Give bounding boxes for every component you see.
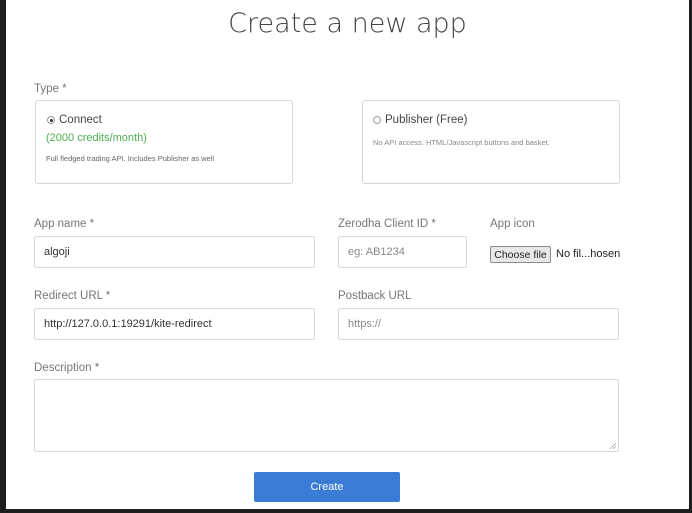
connect-radio[interactable] (47, 116, 55, 124)
app-icon-label: App icon (490, 218, 535, 230)
app-name-label: App name * (34, 218, 95, 230)
client-id-label: Zerodha Client ID * (338, 218, 436, 230)
postback-url-input[interactable]: https:// (338, 308, 619, 340)
type-option-connect[interactable]: Connect (2000 credits/month) Full fledge… (35, 100, 293, 184)
type-label: Type * (34, 83, 67, 95)
resize-grip-icon[interactable] (610, 443, 616, 449)
choose-file-button[interactable]: Choose file (490, 246, 551, 263)
client-id-input[interactable]: eg: AB1234 (338, 236, 467, 268)
description-textarea[interactable] (34, 379, 619, 452)
publisher-description: No API access. HTML/Javascript buttons a… (373, 138, 550, 147)
app-name-input[interactable]: algoji (34, 236, 315, 268)
publisher-radio[interactable] (373, 116, 381, 124)
redirect-url-input[interactable]: http://127.0.0.1:19291/kite-redirect (34, 308, 315, 340)
create-button[interactable]: Create (254, 472, 400, 502)
connect-credits: (2000 credits/month) (46, 132, 147, 144)
postback-url-label: Postback URL (338, 290, 412, 302)
file-status: No fil...hosen (556, 248, 621, 260)
type-option-publisher[interactable]: Publisher (Free) No API access. HTML/Jav… (362, 100, 620, 184)
description-label: Description * (34, 362, 100, 374)
page-title: Create a new app (228, 8, 467, 39)
connect-description: Full fledged trading API. Includes Publi… (46, 154, 215, 163)
connect-label: Connect (59, 114, 102, 126)
publisher-label: Publisher (Free) (385, 114, 468, 126)
create-app-page: Create a new app Type * Connect (2000 cr… (6, 0, 689, 509)
redirect-url-label: Redirect URL * (34, 290, 111, 302)
